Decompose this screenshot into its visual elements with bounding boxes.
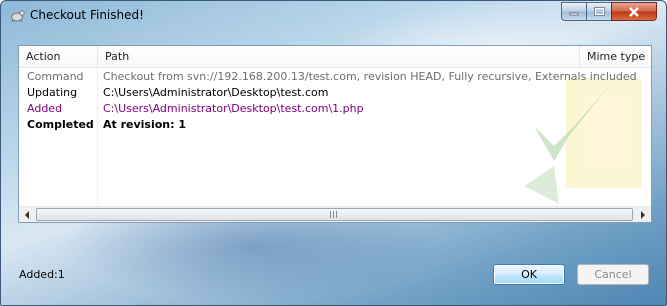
window-title: Checkout Finished! bbox=[30, 8, 144, 22]
scroll-right-button[interactable] bbox=[635, 207, 651, 222]
column-header-action[interactable]: Action bbox=[19, 46, 98, 67]
horizontal-scrollbar[interactable] bbox=[19, 206, 651, 222]
tortoise-svn-icon bbox=[11, 10, 25, 23]
column-header-path[interactable]: Path bbox=[98, 46, 580, 67]
row-path: Checkout from svn://192.168.200.13/test.… bbox=[103, 70, 637, 83]
added-count-status: Added:1 bbox=[19, 268, 65, 281]
list-row[interactable]: Added C:\Users\Administrator\Desktop\tes… bbox=[19, 101, 651, 117]
row-path: At revision: 1 bbox=[103, 118, 187, 131]
results-list[interactable]: Action Path Mime type Command Checkout f… bbox=[18, 45, 652, 223]
column-header-mime-type[interactable]: Mime type bbox=[580, 46, 651, 67]
close-icon bbox=[629, 6, 639, 17]
row-action: Updating bbox=[27, 86, 78, 99]
row-action: Command bbox=[27, 70, 84, 83]
scrollbar-thumb[interactable] bbox=[36, 208, 633, 221]
scroll-left-icon bbox=[25, 211, 29, 219]
row-path: C:\Users\Administrator\Desktop\test.com bbox=[103, 86, 329, 99]
row-path: C:\Users\Administrator\Desktop\test.com\… bbox=[103, 102, 364, 115]
dialog-window: Checkout Finished! Action Path Mime type… bbox=[0, 0, 667, 306]
row-action: Added bbox=[27, 102, 63, 115]
maximize-button[interactable] bbox=[586, 2, 612, 21]
close-button[interactable] bbox=[611, 2, 657, 21]
maximize-icon bbox=[593, 7, 605, 16]
row-action: Completed bbox=[27, 118, 94, 131]
list-header: Action Path Mime type bbox=[19, 46, 651, 68]
grip-icon bbox=[330, 211, 339, 218]
minimize-icon bbox=[569, 12, 579, 15]
title-bar[interactable]: Checkout Finished! bbox=[1, 1, 666, 31]
list-row[interactable]: Command Checkout from svn://192.168.200.… bbox=[19, 69, 651, 85]
scroll-right-icon bbox=[641, 211, 645, 219]
list-row[interactable]: Updating C:\Users\Administrator\Desktop\… bbox=[19, 85, 651, 101]
scroll-left-button[interactable] bbox=[19, 207, 35, 222]
minimize-button[interactable] bbox=[561, 2, 587, 21]
ok-button[interactable]: OK bbox=[493, 264, 565, 285]
cancel-button[interactable]: Cancel bbox=[577, 264, 649, 285]
list-row[interactable]: Completed At revision: 1 bbox=[19, 117, 651, 133]
